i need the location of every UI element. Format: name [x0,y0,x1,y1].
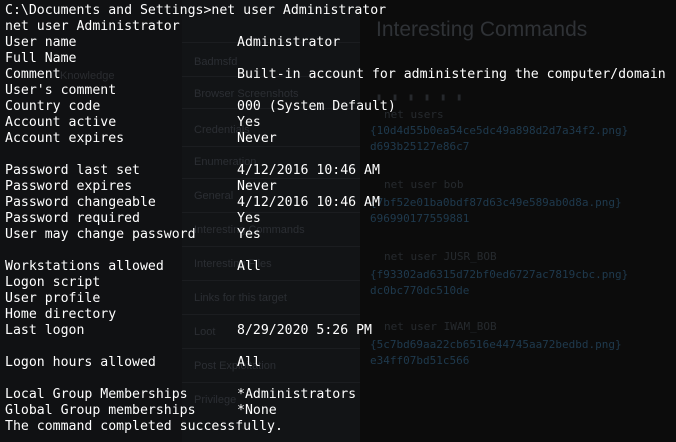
field-row: Account active Yes [5,115,676,131]
field-value: 8/29/2020 5:26 PM [237,323,372,338]
field-row: Workstations allowed All [5,259,676,275]
field-key: Password required [5,211,140,226]
field-row: Country code 000 (System Default) [5,99,676,115]
command-prompt-line: C:\Documents and Settings>net user Admin… [5,3,387,18]
field-row: User's comment [5,83,676,99]
field-key: Country code [5,99,101,114]
field-value: All [237,259,261,274]
field-value: *None [237,403,277,418]
field-value: Never [237,131,277,146]
field-value: Yes [237,227,261,242]
field-value: Yes [237,211,261,226]
field-value: All [237,355,261,370]
field-key: Password expires [5,179,133,194]
field-row: Password last set 4/12/2016 10:46 AM [5,163,676,179]
field-key: Last logon [5,323,85,338]
field-row: Logon hours allowed All [5,355,676,371]
field-row: Full Name [5,51,676,67]
field-row: User name Administrator [5,35,676,51]
field-value: Never [237,179,277,194]
field-row: Local Group Memberships *Administrators [5,387,676,403]
field-row: Account expires Never [5,131,676,147]
field-row: User may change password Yes [5,227,676,243]
field-key: Global Group memberships [5,403,196,418]
field-key: Password last set [5,163,140,178]
field-key: User may change password [5,227,196,242]
field-value: *Administrators [237,387,357,402]
field-key: Account active [5,115,117,130]
field-value: Yes [237,115,261,130]
field-value: Built-in account for administering the c… [237,67,666,82]
field-row: Password expires Never [5,179,676,195]
field-row: Logon script [5,275,676,291]
field-key: User's comment [5,83,117,98]
field-key: Account expires [5,131,125,146]
field-key: Logon script [5,275,101,290]
field-key: Comment [5,67,61,82]
field-row: Password required Yes [5,211,676,227]
field-key: User profile [5,291,101,306]
field-key: Full Name [5,51,77,66]
completion-message: The command completed successfully. [5,419,283,434]
field-row: Comment Built-in account for administerin… [5,67,676,83]
field-row: Global Group memberships *None [5,403,676,419]
field-value: 000 (System Default) [237,99,396,114]
command-echo-line: net user Administrator [5,19,180,34]
field-row: Home directory [5,307,676,323]
field-key: Local Group Memberships [5,387,188,402]
field-row: User profile [5,291,676,307]
field-row: Password changeable 4/12/2016 10:46 AM [5,195,676,211]
field-key: User name [5,35,77,50]
field-value: 4/12/2016 10:46 AM [237,195,380,210]
field-row: Last logon 8/29/2020 5:26 PM [5,323,676,339]
terminal-output[interactable]: C:\Documents and Settings>net user Admin… [5,3,676,435]
field-key: Home directory [5,307,117,322]
field-key: Logon hours allowed [5,355,156,370]
field-value: 4/12/2016 10:46 AM [237,163,380,178]
field-key: Workstations allowed [5,259,164,274]
field-key: Password changeable [5,195,156,210]
field-value: Administrator [237,35,341,50]
